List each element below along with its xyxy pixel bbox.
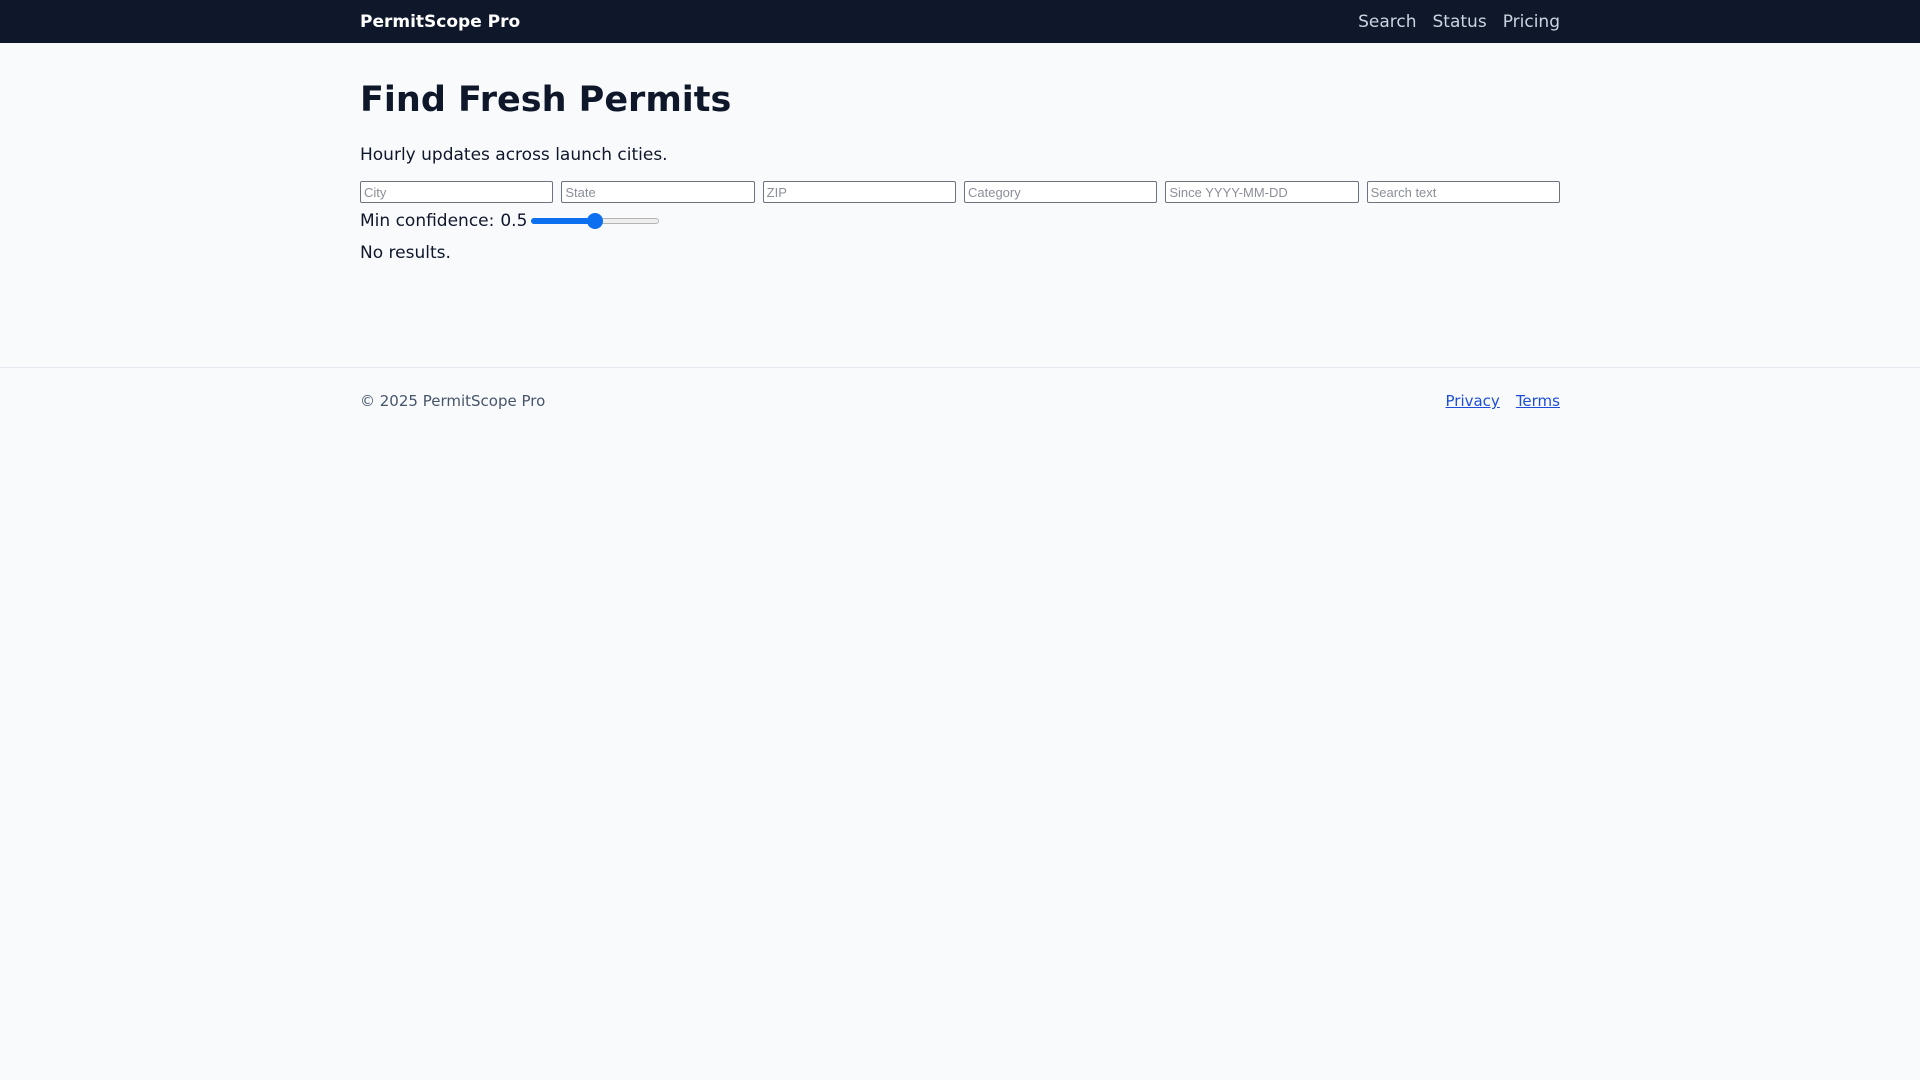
nav-pricing-link[interactable]: Pricing	[1503, 12, 1560, 32]
top-navbar: PermitScope Pro Search Status Pricing	[0, 0, 1920, 43]
state-input[interactable]	[561, 181, 755, 203]
page-subtitle: Hourly updates across launch cities.	[360, 145, 668, 165]
terms-link[interactable]: Terms	[1516, 392, 1560, 410]
category-input[interactable]	[963, 181, 1158, 203]
nav-status-link[interactable]: Status	[1433, 12, 1487, 32]
since-date-input[interactable]	[1165, 181, 1359, 203]
main-nav: Search Status Pricing	[1358, 12, 1560, 32]
privacy-link[interactable]: Privacy	[1446, 392, 1500, 410]
brand-logo-text[interactable]: PermitScope Pro	[360, 12, 520, 32]
confidence-label: Min confidence:	[360, 211, 495, 231]
zip-input[interactable]	[762, 181, 956, 203]
slider-thumb[interactable]	[587, 213, 604, 229]
nav-search-link[interactable]: Search	[1358, 12, 1416, 32]
page-footer: © 2025 PermitScope Pro Privacy Terms	[0, 367, 1920, 410]
filter-bar	[360, 181, 1560, 203]
city-input[interactable]	[360, 181, 554, 203]
slider-fill	[531, 218, 596, 224]
results-status: No results.	[360, 243, 451, 263]
copyright-text: © 2025 PermitScope Pro	[360, 392, 546, 410]
main-content: Find Fresh Permits Hourly updates across…	[0, 43, 1920, 263]
confidence-value: 0.5	[500, 211, 528, 231]
confidence-slider[interactable]	[531, 213, 660, 229]
footer-links: Privacy Terms	[1446, 392, 1561, 410]
search-text-input[interactable]	[1366, 181, 1560, 203]
page-title: Find Fresh Permits	[360, 80, 732, 120]
confidence-label-group: Min confidence: 0.5	[360, 211, 527, 231]
confidence-filter: Min confidence: 0.5	[360, 211, 1560, 231]
